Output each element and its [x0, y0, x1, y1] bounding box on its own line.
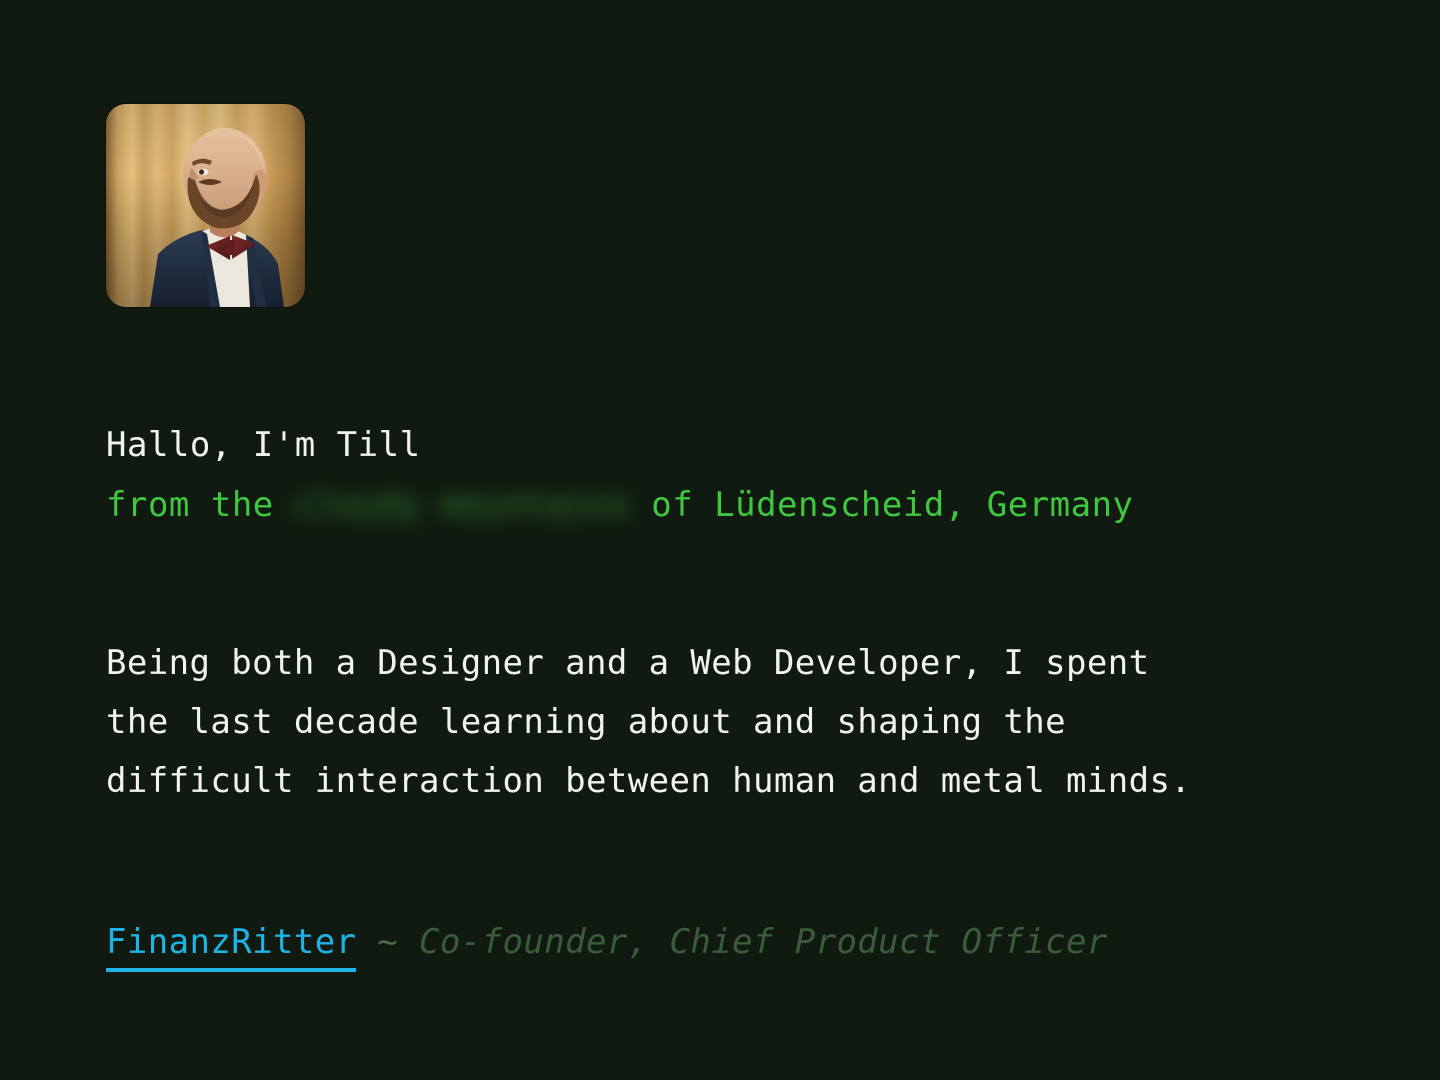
role-line: FinanzRitter ~ Co-founder, Chief Product…	[106, 915, 1108, 972]
company-link[interactable]: FinanzRitter	[106, 922, 357, 972]
avatar	[106, 104, 305, 307]
role-title: Co-founder, Chief Product Officer	[419, 922, 1108, 962]
intro-block: Hallo, I'm Till from the cloudy mountain…	[106, 415, 1406, 535]
page-title: Hallo, I'm Till	[106, 425, 421, 465]
location-blurred-text: cloudy mountains	[294, 485, 631, 525]
avatar-portrait-illustration	[106, 104, 305, 307]
location-line: from the cloudy mountains of Lüdenscheid…	[106, 475, 1406, 535]
location-prefix: from the	[106, 485, 295, 525]
role-separator: ~	[356, 922, 420, 962]
profile-page: Hallo, I'm Till from the cloudy mountain…	[0, 0, 1440, 1080]
location-suffix: of Lüdenscheid, Germany	[630, 485, 1134, 525]
bio-paragraph: Being both a Designer and a Web Develope…	[106, 643, 1192, 801]
